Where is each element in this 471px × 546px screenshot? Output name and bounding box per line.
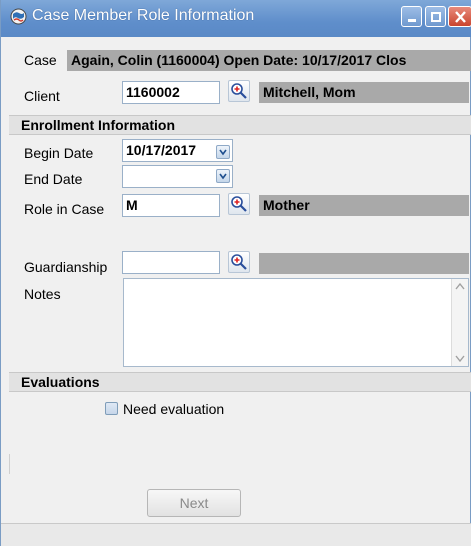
end-date-label: End Date	[24, 171, 83, 187]
minimize-icon	[408, 19, 416, 22]
maximize-button[interactable]	[425, 6, 446, 27]
scroll-up-icon[interactable]	[452, 280, 468, 294]
guardianship-label: Guardianship	[24, 259, 108, 275]
role-in-case-label: Role in Case	[24, 201, 105, 217]
case-member-role-window: Case Member Role Information Case Again,…	[0, 0, 471, 546]
notes-label: Notes	[24, 286, 61, 302]
need-evaluation-label: Need evaluation	[123, 401, 225, 417]
begin-date-dropdown[interactable]	[216, 145, 230, 159]
role-description-field: Mother	[259, 195, 469, 216]
next-button[interactable]: Next	[147, 489, 241, 517]
title-bar[interactable]: Case Member Role Information	[1, 0, 471, 37]
client-name-field: Mitchell, Mom	[259, 82, 469, 103]
divider	[9, 454, 10, 474]
role-code-input[interactable]: M	[122, 194, 220, 217]
begin-date-label: Begin Date	[24, 145, 94, 161]
app-globe-icon	[10, 8, 27, 25]
window-title: Case Member Role Information	[32, 7, 255, 24]
scroll-down-icon[interactable]	[452, 351, 468, 365]
status-bar	[1, 523, 471, 546]
magnifier-icon	[231, 83, 247, 99]
guardianship-lookup-button[interactable]	[228, 251, 250, 273]
end-date-dropdown[interactable]	[216, 169, 230, 183]
need-evaluation-checkbox[interactable]	[105, 402, 118, 415]
maximize-icon	[431, 12, 441, 22]
case-summary-field: Again, Colin (1160004) Open Date: 10/17/…	[67, 50, 471, 71]
client-label: Client	[24, 88, 60, 104]
role-lookup-button[interactable]	[228, 193, 250, 215]
magnifier-icon	[231, 254, 247, 270]
client-id-input[interactable]: 1160002	[122, 81, 220, 104]
evaluations-section-header: Evaluations	[9, 372, 471, 392]
guardianship-description-field	[259, 253, 469, 274]
notes-textarea[interactable]	[123, 278, 469, 367]
chevron-down-icon	[219, 173, 227, 180]
guardianship-code-input[interactable]	[122, 251, 220, 274]
case-label: Case	[24, 52, 57, 68]
close-icon	[455, 11, 466, 23]
enrollment-section-header: Enrollment Information	[9, 115, 471, 135]
minimize-button[interactable]	[401, 6, 422, 27]
close-button[interactable]	[448, 6, 471, 27]
notes-scrollbar[interactable]	[451, 279, 468, 366]
client-lookup-button[interactable]	[228, 80, 250, 102]
chevron-down-icon	[219, 149, 227, 156]
magnifier-icon	[231, 196, 247, 212]
